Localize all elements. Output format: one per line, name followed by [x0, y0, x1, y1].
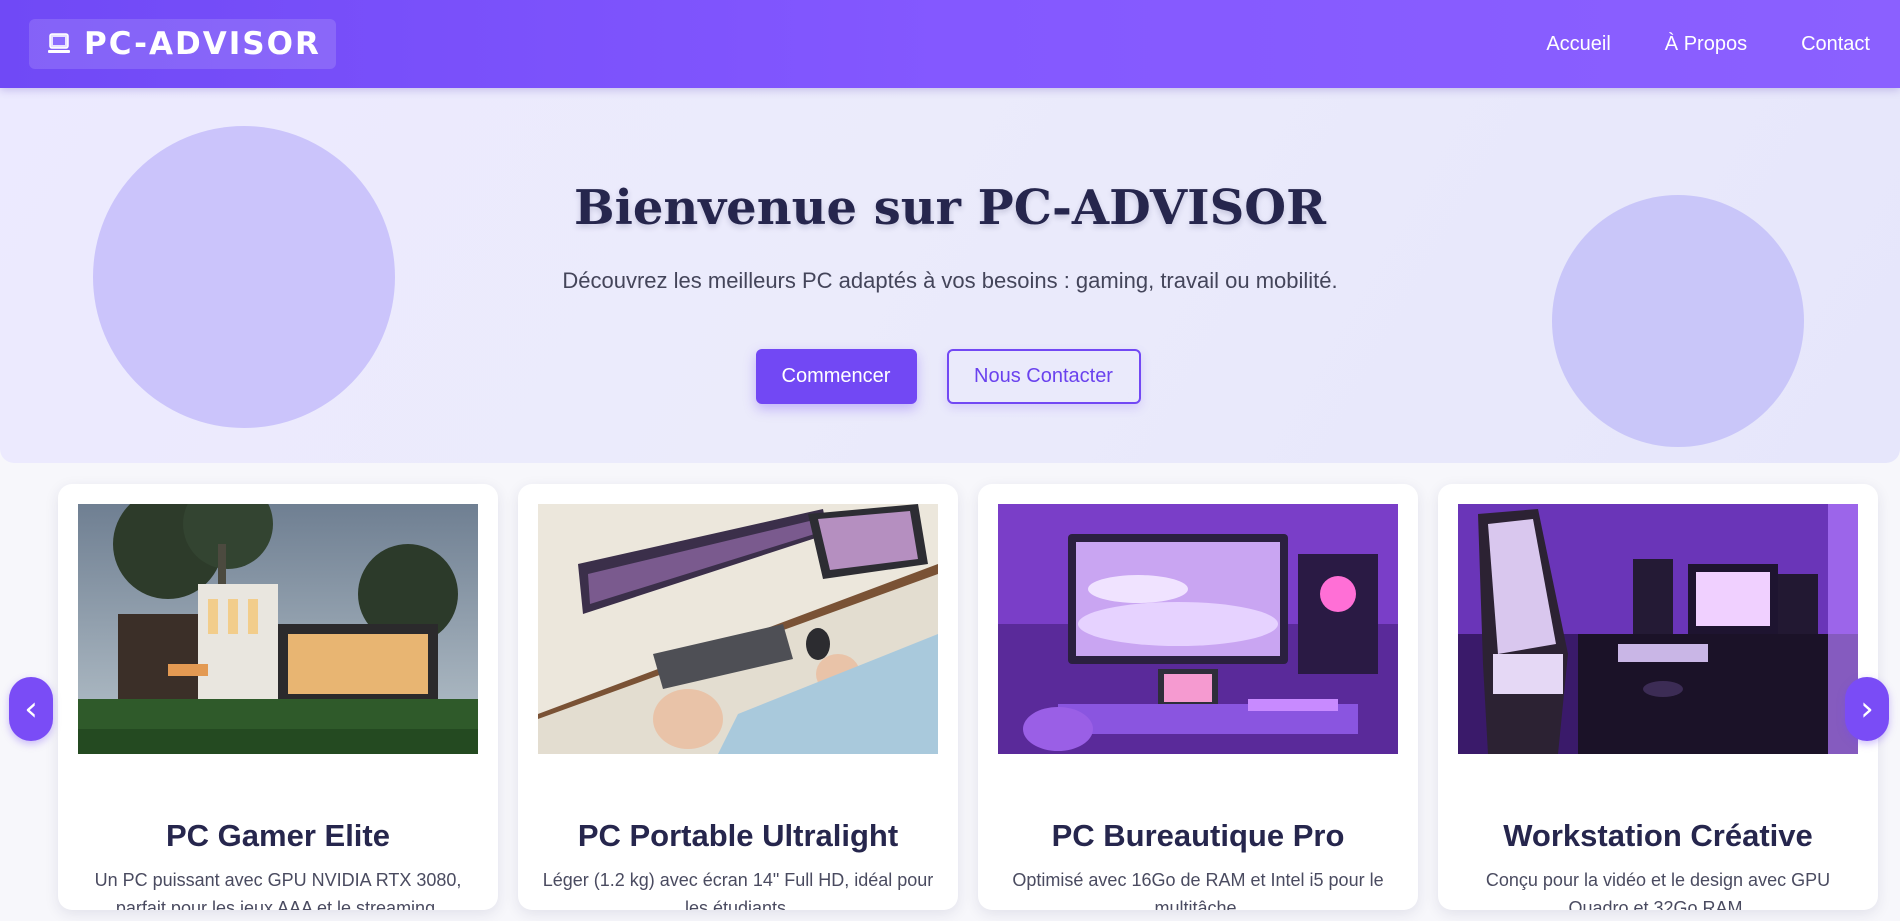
start-button[interactable]: Commencer [755, 349, 917, 404]
product-card-pc-bureautique-pro[interactable]: PC Bureautique Pro Optimisé avec 16Go de… [978, 484, 1418, 910]
card-description: Un PC puissant avec GPU NVIDIA RTX 3080,… [94, 870, 462, 910]
nav-link-a-propos[interactable]: À Propos [1665, 33, 1747, 56]
card-title: PC Gamer Elite [166, 818, 390, 853]
main-nav: Accueil À Propos Contact [1546, 33, 1870, 56]
carousel-prev-button[interactable]: ‹ [9, 677, 53, 741]
card-title: PC Bureautique Pro [1051, 818, 1345, 853]
nav-link-contact[interactable]: Contact [1801, 33, 1870, 56]
page: PC-ADVISOR Accueil À Propos Contact Bien… [0, 0, 1900, 921]
hero-title: Bienvenue sur PC-ADVISOR [574, 180, 1326, 236]
card-image-house [78, 504, 478, 754]
product-card-pc-gamer-elite[interactable]: PC Gamer Elite Un PC puissant avec GPU N… [58, 484, 498, 910]
card-title: Workstation Créative [1503, 818, 1813, 853]
card-image-desk [538, 504, 938, 754]
product-card-workstation-creative[interactable]: Workstation Créative Conçu pour la vidéo… [1438, 484, 1878, 910]
site-logo[interactable]: PC-ADVISOR [29, 19, 336, 69]
nav-link-accueil[interactable]: Accueil [1546, 33, 1610, 56]
top-navbar: PC-ADVISOR Accueil À Propos Contact [0, 0, 1900, 88]
product-carousel: ‹ PC Gamer Elite Un PC puissant avec GPU… [0, 463, 1900, 921]
card-image-gaming-chair [1458, 504, 1858, 754]
carousel-next-button[interactable]: › [1845, 677, 1889, 741]
card-description: Conçu pour la vidéo et le design avec GP… [1485, 870, 1831, 910]
product-card-pc-portable-ultralight[interactable]: PC Portable Ultralight Léger (1.2 kg) av… [518, 484, 958, 910]
card-description: Léger (1.2 kg) avec écran 14" Full HD, i… [542, 870, 934, 910]
logo-text: PC-ADVISOR [84, 26, 321, 62]
hero-section: Bienvenue sur PC-ADVISOR Découvrez les m… [0, 88, 1900, 463]
card-image-purple-setup [998, 504, 1398, 754]
contact-us-button[interactable]: Nous Contacter [946, 349, 1141, 404]
card-description: Optimisé avec 16Go de RAM et Intel i5 po… [1012, 870, 1384, 910]
hero-buttons: Commencer Nous Contacter [0, 349, 1900, 404]
card-title: PC Portable Ultralight [577, 818, 899, 853]
laptop-icon [46, 31, 72, 57]
hero-subtitle: Découvrez les meilleurs PC adaptés à vos… [562, 268, 1338, 293]
